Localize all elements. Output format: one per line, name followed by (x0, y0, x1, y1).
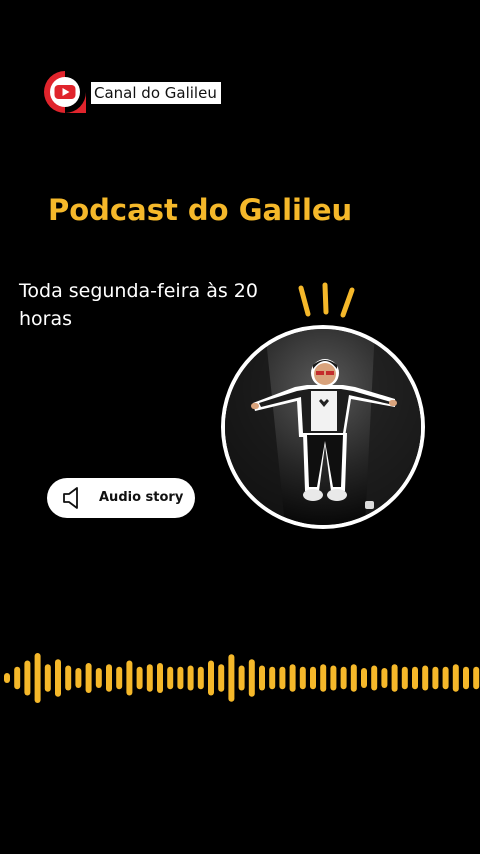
waveform-bar (14, 666, 21, 690)
waveform-bar (412, 666, 418, 690)
waveform-bar (34, 653, 41, 703)
waveform-bar (85, 663, 92, 693)
waveform-bar (473, 666, 480, 690)
audio-story-label: Audio story (99, 490, 184, 505)
waveform-bar (422, 665, 429, 691)
waveform-bar (299, 666, 306, 690)
waveform-bar (95, 668, 102, 688)
waveform-bar (106, 664, 112, 692)
youtube-play-icon (44, 71, 86, 113)
audio-waveform (4, 653, 480, 703)
waveform-bar (381, 668, 388, 688)
waveform-bar (401, 666, 408, 690)
waveform-bar (55, 659, 61, 697)
waveform-bar (177, 666, 184, 690)
waveform-bar (116, 666, 123, 690)
waveform-bar (361, 668, 367, 688)
waveform-bar (228, 654, 235, 702)
waveform-bar (197, 666, 204, 690)
audio-story-button[interactable]: Audio story (47, 478, 195, 518)
host-portrait (225, 329, 421, 525)
waveform-bar (442, 666, 449, 690)
waveform-bar (391, 664, 398, 692)
waveform-bar (24, 660, 31, 696)
channel-brand: Canal do Galileu (42, 69, 221, 115)
waveform-bar (350, 664, 357, 692)
waveform-bar (208, 660, 214, 696)
channel-name: Canal do Galileu (91, 82, 221, 104)
waveform-bar (269, 666, 276, 690)
host-photo (221, 325, 425, 529)
waveform-bar (310, 666, 316, 690)
waveform-bar (463, 666, 469, 690)
waveform-bar (157, 663, 163, 693)
waveform-bar (4, 673, 10, 683)
waveform-bar (371, 665, 378, 691)
waveform-bar (187, 665, 194, 691)
waveform-bar (75, 668, 82, 688)
speaker-icon (63, 487, 78, 509)
waveform-bar (330, 665, 337, 691)
waveform-bar (259, 665, 265, 691)
waveform-bar (340, 666, 347, 690)
waveform-bar (279, 666, 286, 690)
waveform-bar (432, 666, 439, 690)
waveform-bar (238, 665, 245, 691)
highlight-rays-icon (298, 282, 355, 318)
waveform-bar (126, 660, 133, 696)
waveform-bar (248, 659, 255, 697)
schedule-text: Toda segunda-feira às 20 horas (19, 280, 258, 330)
waveform-bar (218, 664, 225, 692)
waveform-bar (44, 664, 51, 692)
waveform-bar (167, 666, 174, 690)
waveform-bar (289, 664, 296, 692)
podcast-title: Podcast do Galileu (48, 193, 353, 227)
waveform-bar (65, 665, 72, 691)
waveform-bar (452, 664, 459, 692)
waveform-bar (136, 666, 143, 690)
waveform-bar (320, 664, 327, 692)
waveform-bar (146, 664, 153, 692)
